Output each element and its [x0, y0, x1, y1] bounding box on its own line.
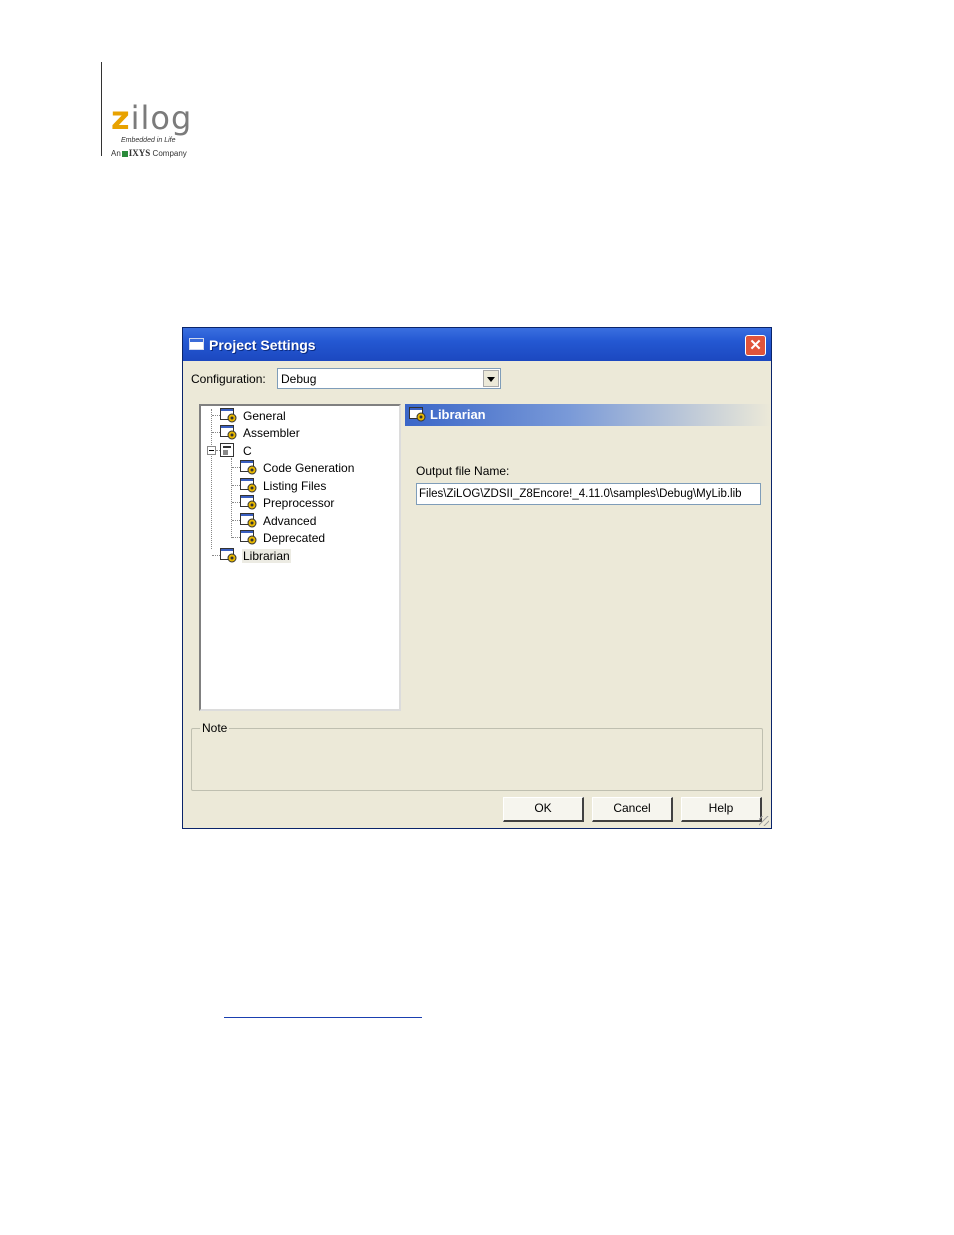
- ok-button[interactable]: OK: [503, 797, 584, 822]
- close-button[interactable]: ✕: [745, 335, 766, 356]
- dialog-titlebar[interactable]: Project Settings ✕: [183, 328, 771, 361]
- settings-page-icon: [220, 425, 237, 440]
- tree-connector: [232, 520, 240, 521]
- configuration-dropdown[interactable]: Debug: [277, 368, 501, 389]
- tree-connector: [212, 432, 220, 433]
- logo-company-line: An IXYS Company: [111, 148, 187, 158]
- settings-page-icon: [240, 495, 257, 510]
- settings-page-icon: [240, 478, 257, 493]
- tree-connector: [211, 409, 212, 549]
- note-label: Note: [200, 721, 230, 735]
- tree-connector: [232, 502, 240, 503]
- tree-item-label: General: [243, 409, 286, 423]
- tree-item-label: Librarian: [242, 549, 291, 563]
- window-icon: [189, 338, 204, 350]
- tree-item-label: Preprocessor: [263, 496, 335, 510]
- tree-connector: [212, 415, 220, 416]
- output-file-input[interactable]: Files\ZiLOG\ZDSII_Z8Encore!_4.11.0\sampl…: [416, 483, 761, 505]
- tree-item-label: Listing Files: [263, 479, 327, 493]
- tree-connector: [232, 467, 240, 468]
- settings-page-icon: [240, 530, 257, 545]
- close-icon: ✕: [749, 337, 762, 354]
- output-file-label: Output file Name:: [416, 464, 510, 478]
- project-settings-dialog: Project Settings ✕ Configuration: Debug …: [182, 327, 772, 829]
- dialog-title: Project Settings: [209, 337, 316, 353]
- tree-connector: [232, 485, 240, 486]
- settings-page-icon: [220, 548, 237, 563]
- settings-page-icon: [240, 513, 257, 528]
- document-link-underline[interactable]: [224, 1017, 422, 1018]
- panel-title: Librarian: [430, 407, 486, 422]
- settings-tree[interactable]: General Assembler C Code Generation List…: [199, 404, 401, 711]
- collapse-icon[interactable]: [207, 446, 216, 455]
- ixys-square-icon: [121, 150, 128, 157]
- tree-connector: [231, 458, 232, 538]
- tree-item-label: Assembler: [243, 426, 300, 440]
- configuration-label: Configuration:: [191, 372, 266, 386]
- tree-item-label: C: [243, 444, 252, 458]
- configuration-value: Debug: [281, 372, 317, 386]
- cancel-button[interactable]: Cancel: [592, 797, 673, 822]
- note-group: Note: [191, 721, 763, 791]
- tree-item-label: Code Generation: [263, 461, 355, 475]
- settings-page-icon: [220, 408, 237, 423]
- folder-icon: [220, 443, 234, 457]
- tree-item-label: Deprecated: [263, 531, 326, 545]
- resize-grip-icon[interactable]: [759, 816, 769, 826]
- tree-item-label: Advanced: [263, 514, 317, 528]
- panel-header: Librarian: [405, 404, 771, 426]
- zilog-logo: zilog Embedded in Life An IXYS Company: [111, 100, 211, 162]
- chevron-down-icon[interactable]: [483, 370, 499, 387]
- logo-tagline: Embedded in Life: [121, 137, 176, 144]
- help-button[interactable]: Help: [681, 797, 762, 822]
- output-file-value: Files\ZiLOG\ZDSII_Z8Encore!_4.11.0\sampl…: [419, 488, 742, 500]
- tree-connector: [212, 555, 220, 556]
- tree-connector: [232, 537, 240, 538]
- settings-page-icon: [409, 407, 426, 422]
- logo-wordmark: zilog: [111, 99, 193, 137]
- settings-page-icon: [240, 460, 257, 475]
- header-rule: [101, 62, 102, 156]
